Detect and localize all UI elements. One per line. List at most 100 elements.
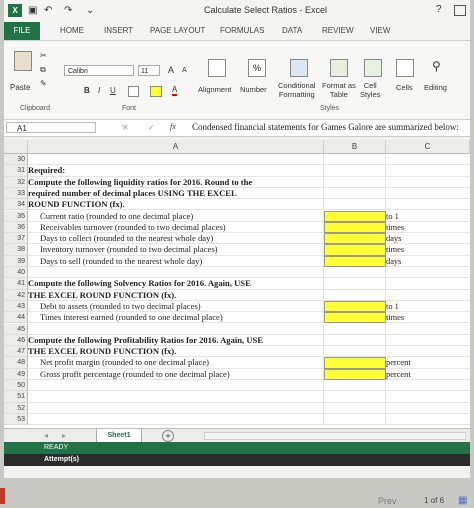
row-header[interactable]: 46 [4,334,28,347]
format-as-table-button[interactable]: Format as Table [322,81,356,99]
sheet-tab-sheet1[interactable]: Sheet1 [96,429,142,443]
row-header[interactable]: 34 [4,199,28,211]
tab-data[interactable]: DATA [282,26,302,35]
cell-b[interactable] [324,267,386,279]
format-as-table-icon[interactable] [330,59,348,77]
customize-icon[interactable]: ⌄ [86,5,94,16]
cell-a[interactable]: Required: [28,165,324,177]
add-sheet-button[interactable]: + [162,430,174,442]
tab-view[interactable]: VIEW [370,26,390,35]
cell-a[interactable] [28,413,324,426]
row-header[interactable]: 44 [4,312,28,324]
tab-formulas[interactable]: FORMULAS [220,26,264,35]
cut-icon[interactable]: ✂ [40,51,47,60]
cell-b[interactable] [324,402,386,414]
prev-sheet-icon[interactable]: ◂ [44,431,48,440]
editing-button[interactable]: Editing [424,83,447,92]
cell-a[interactable]: Receivables turnover (rounded to two dec… [28,221,324,234]
answer-input-cell[interactable] [324,312,386,324]
cell-a[interactable]: THE EXCEL ROUND FUNCTION (fx). [28,346,324,358]
answer-input-cell[interactable] [324,233,386,245]
worksheet-grid[interactable]: A B C 30 31 Required: 32 Compute the followi… [4,140,470,430]
alignment-button[interactable]: Alignment [198,85,231,94]
cell-a[interactable]: Times interest earned (rounded to one de… [28,312,324,324]
cell-a[interactable]: Net profit margin (rounded to one decima… [28,357,324,369]
answer-input-cell[interactable] [324,210,386,222]
paste-icon[interactable] [14,51,32,71]
row-header[interactable]: 35 [4,210,28,222]
cell-a[interactable]: THE EXCEL ROUND FUNCTION (fx). [28,289,324,301]
row-header[interactable]: 47 [4,346,28,358]
cell-a[interactable]: Current ratio (rounded to one decimal pl… [28,210,324,222]
cell-a[interactable]: Days to collect (rounded to the nearest … [28,233,324,245]
cell-a[interactable]: Debt to assets (rounded to two decimal p… [28,300,324,313]
enter-icon[interactable]: ✓ [148,123,155,132]
row-header[interactable]: 41 [4,278,28,290]
row-header[interactable]: 38 [4,244,28,256]
cell-a[interactable]: required number of decimal places USING … [28,187,324,200]
grow-font-button[interactable]: A [168,65,174,75]
cells-button[interactable]: Cells [396,83,413,92]
answer-input-cell[interactable] [324,221,386,234]
save-icon[interactable]: ▣ [28,5,37,16]
cell-a[interactable]: Compute the following Profitability Rati… [28,334,324,347]
cell-b[interactable] [324,346,386,358]
answer-input-cell[interactable] [324,300,386,313]
shrink-font-button[interactable]: A [182,67,187,74]
cell-b[interactable] [324,176,386,188]
conditional-formatting-button[interactable]: Conditional Formatting [278,81,316,99]
row-header[interactable]: 40 [4,267,28,279]
tab-file[interactable]: FILE [4,22,40,40]
borders-icon[interactable] [128,86,139,97]
cell-b[interactable] [324,289,386,301]
row-header[interactable]: 37 [4,233,28,245]
row-header[interactable]: 31 [4,165,28,177]
prev-button[interactable]: Prev [378,496,397,506]
cell-b[interactable] [324,380,386,392]
cell-a[interactable] [28,154,324,166]
row-header[interactable]: 52 [4,402,28,414]
formula-input[interactable]: Condensed financial statements for Games… [192,122,459,132]
percent-icon[interactable]: % [248,59,266,77]
row-header[interactable]: 39 [4,255,28,267]
answer-input-cell[interactable] [324,255,386,267]
row-header[interactable]: 48 [4,357,28,369]
conditional-formatting-icon[interactable] [290,59,308,77]
row-header[interactable]: 30 [4,154,28,166]
row-header[interactable]: 51 [4,391,28,403]
tab-insert[interactable]: INSERT [104,26,133,35]
answer-input-cell[interactable] [324,244,386,256]
cells-icon[interactable] [396,59,414,77]
restore-icon[interactable] [454,5,466,16]
cell-b[interactable] [324,199,386,211]
cell-a[interactable] [28,380,324,392]
insert-function-button[interactable]: fx [170,122,176,131]
copy-icon[interactable]: ⧉ [40,65,46,75]
cell-b[interactable] [324,278,386,290]
cell-a[interactable] [28,323,324,335]
cell-styles-icon[interactable] [364,59,382,77]
cell-a[interactable]: Compute the following liquidity ratios f… [28,176,324,188]
column-header-a[interactable]: A [28,140,324,154]
alignment-icon[interactable] [208,59,226,77]
help-icon[interactable]: ? [436,4,442,15]
paste-button[interactable]: Paste [10,83,30,92]
cell-a[interactable] [28,267,324,279]
column-header-c[interactable]: C [386,140,470,154]
cell-b[interactable] [324,187,386,200]
cell-a[interactable]: Inventory turnover (rounded to two decim… [28,244,324,256]
cell-a[interactable]: ROUND FUNCTION (fx). [28,199,324,211]
select-all-corner[interactable] [4,140,28,154]
font-size-select[interactable]: 11 [138,65,160,76]
row-header[interactable]: 50 [4,380,28,392]
column-header-b[interactable]: B [324,140,386,154]
row-header[interactable]: 43 [4,300,28,313]
answer-input-cell[interactable] [324,357,386,369]
row-header[interactable]: 42 [4,289,28,301]
undo-icon[interactable]: ↶ [44,5,52,16]
cell-b[interactable] [324,323,386,335]
font-name-select[interactable]: Calibri [64,65,134,76]
cell-styles-button[interactable]: Cell Styles [360,81,380,99]
tab-page-layout[interactable]: PAGE LAYOUT [150,26,205,35]
cell-a[interactable]: Compute the following Solvency Ratios fo… [28,278,324,290]
